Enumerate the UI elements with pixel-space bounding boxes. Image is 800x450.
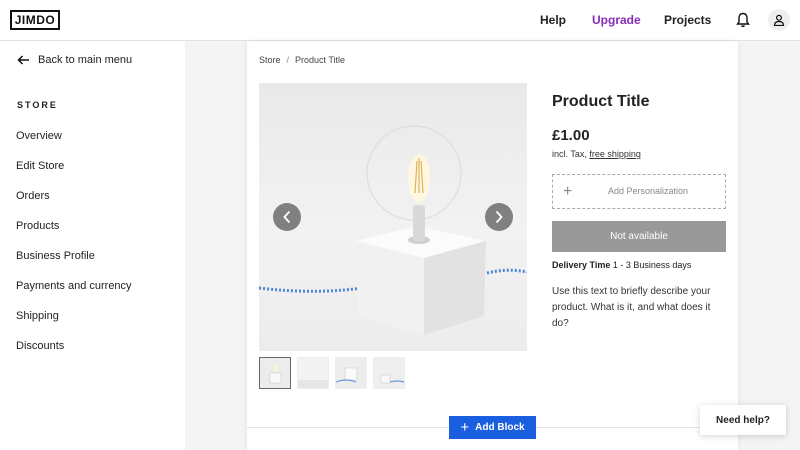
store-sidebar: Back to main menu STORE Overview Edit St… (0, 41, 185, 450)
gallery-thumbnails (259, 357, 405, 389)
free-shipping-link[interactable]: free shipping (589, 149, 641, 159)
back-to-main-menu-link[interactable]: Back to main menu (17, 54, 132, 66)
add-personalization-button[interactable]: + Add Personalization (552, 174, 726, 209)
add-block-label: Add Block (475, 422, 525, 433)
delivery-value: 1 - 3 Business days (612, 260, 692, 270)
top-bar: JIMDO Help Upgrade Projects (0, 0, 800, 41)
gallery-next-button[interactable] (485, 203, 513, 231)
sidebar-item-overview[interactable]: Overview (16, 130, 62, 142)
sidebar-item-shipping[interactable]: Shipping (16, 310, 59, 322)
sidebar-item-edit-store[interactable]: Edit Store (16, 160, 64, 172)
product-image[interactable] (259, 83, 527, 351)
tax-text: incl. Tax, (552, 149, 587, 159)
not-available-button[interactable]: Not available (552, 221, 726, 252)
plus-icon: + (563, 183, 573, 200)
add-block-button[interactable]: + Add Block (449, 416, 536, 439)
product-description: Use this text to briefly describe your p… (552, 286, 711, 329)
sidebar-section-title: STORE (17, 100, 58, 110)
delivery-label: Delivery Time (552, 260, 611, 270)
add-personalization-label: Add Personalization (608, 186, 689, 196)
gallery-thumbnail[interactable] (373, 357, 405, 389)
need-help-button[interactable]: Need help? (700, 405, 786, 435)
sidebar-item-business-profile[interactable]: Business Profile (16, 250, 95, 262)
breadcrumb-store-link[interactable]: Store (259, 55, 281, 65)
product-price: £1.00 (552, 127, 590, 144)
gallery-prev-button[interactable] (273, 203, 301, 231)
tax-info: incl. Tax, free shipping (552, 149, 641, 159)
gallery-thumbnail[interactable] (335, 357, 367, 389)
user-icon (773, 14, 785, 26)
account-avatar[interactable] (768, 9, 790, 31)
chevron-left-icon (283, 210, 291, 224)
gallery-thumbnail[interactable] (297, 357, 329, 389)
gallery-thumbnail[interactable] (259, 357, 291, 389)
breadcrumb: Store / Product Title (259, 55, 345, 65)
breadcrumb-separator: / (286, 55, 290, 65)
plus-icon: + (460, 419, 470, 436)
back-label: Back to main menu (38, 54, 133, 66)
page-canvas: Store / Product Title Product Title £1.0… (247, 41, 738, 450)
bell-icon[interactable] (736, 12, 750, 28)
nav-help-link[interactable]: Help (540, 13, 566, 27)
product-title: Product Title (552, 93, 650, 110)
sidebar-item-products[interactable]: Products (16, 220, 59, 232)
arrow-left-icon (17, 55, 29, 65)
chevron-right-icon (495, 210, 503, 224)
nav-upgrade-link[interactable]: Upgrade (592, 13, 641, 27)
breadcrumb-current: Product Title (295, 55, 346, 65)
jimdo-logo[interactable]: JIMDO (10, 10, 60, 30)
sidebar-item-discounts[interactable]: Discounts (16, 340, 64, 352)
delivery-time: Delivery Time 1 - 3 Business days (552, 260, 691, 270)
nav-projects-link[interactable]: Projects (664, 13, 711, 27)
sidebar-item-orders[interactable]: Orders (16, 190, 50, 202)
sidebar-item-payments-currency[interactable]: Payments and currency (16, 280, 132, 292)
